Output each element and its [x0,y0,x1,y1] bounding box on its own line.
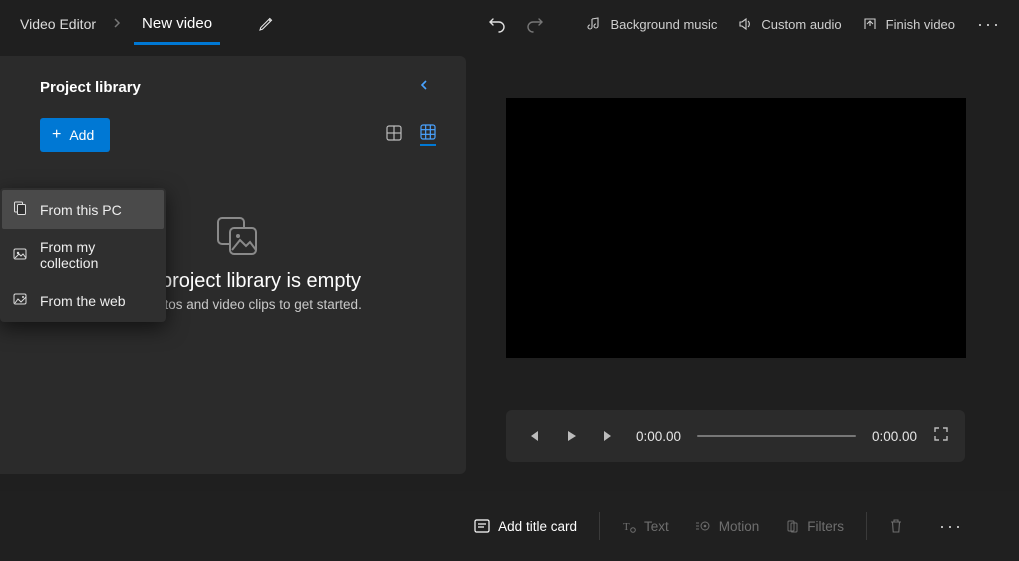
text-label: Text [644,519,669,534]
add-button[interactable]: + Add [40,118,110,152]
filters-label: Filters [807,519,844,534]
menu-from-this-pc-label: From this PC [40,202,122,218]
play-button[interactable] [560,429,582,443]
app-name[interactable]: Video Editor [16,10,100,38]
project-name-tab[interactable]: New video [134,3,220,45]
svg-text:T: T [623,521,630,533]
add-menu: From this PC From my collection From the… [0,188,166,322]
project-library-title: Project library [40,79,141,96]
fullscreen-button[interactable] [933,426,949,447]
redo-button[interactable] [518,6,552,42]
top-bar: Video Editor New video Background music … [0,0,1019,48]
current-time: 0:00.00 [636,429,681,444]
background-music-label: Background music [610,17,717,32]
add-button-label: Add [69,127,94,143]
more-icon: ··· [929,516,973,537]
pencil-icon[interactable] [250,8,282,40]
filters-button[interactable]: Filters [773,511,856,542]
finish-video-button[interactable]: Finish video [854,6,963,42]
add-title-card-button[interactable]: Add title card [462,511,589,542]
breadcrumb: Video Editor New video [8,3,290,45]
custom-audio-label: Custom audio [761,17,841,32]
delete-button[interactable] [877,510,915,542]
divider [866,512,867,540]
playback-controls: 0:00.00 0:00.00 [506,410,965,462]
total-time: 0:00.00 [872,429,917,444]
more-button[interactable]: ··· [967,6,1011,42]
pc-icon [12,200,28,219]
menu-from-my-collection-label: From my collection [40,239,154,271]
motion-button[interactable]: Motion [683,511,772,542]
top-actions: Background music Custom audio Finish vid… [480,6,1011,42]
menu-from-my-collection[interactable]: From my collection [2,229,164,281]
custom-audio-button[interactable]: Custom audio [729,6,849,42]
preview-pane: 0:00.00 0:00.00 [506,98,976,474]
video-surface [506,98,966,358]
motion-label: Motion [719,519,760,534]
web-image-icon [12,291,28,310]
chevron-right-icon [112,15,122,33]
prev-frame-button[interactable] [522,429,544,443]
storyboard-toolbar: Add title card T Text Motion Filters ··· [0,491,1019,561]
menu-from-the-web-label: From the web [40,293,126,309]
finish-video-label: Finish video [886,17,955,32]
divider [599,512,600,540]
next-frame-button[interactable] [598,429,620,443]
background-music-button[interactable]: Background music [578,6,725,42]
menu-from-the-web[interactable]: From the web [2,281,164,320]
plus-icon: + [52,127,61,143]
view-toggle-group [386,124,436,146]
undo-button[interactable] [480,6,514,42]
view-large-grid-button[interactable] [386,125,402,145]
add-title-card-label: Add title card [498,519,577,534]
text-button[interactable]: T Text [610,511,681,542]
collapse-panel-button[interactable] [412,78,436,96]
image-icon [12,246,28,265]
view-small-grid-button[interactable] [420,124,436,146]
storyboard-more-button[interactable]: ··· [917,508,985,545]
menu-from-this-pc[interactable]: From this PC [2,190,164,229]
seek-bar[interactable] [697,435,856,437]
